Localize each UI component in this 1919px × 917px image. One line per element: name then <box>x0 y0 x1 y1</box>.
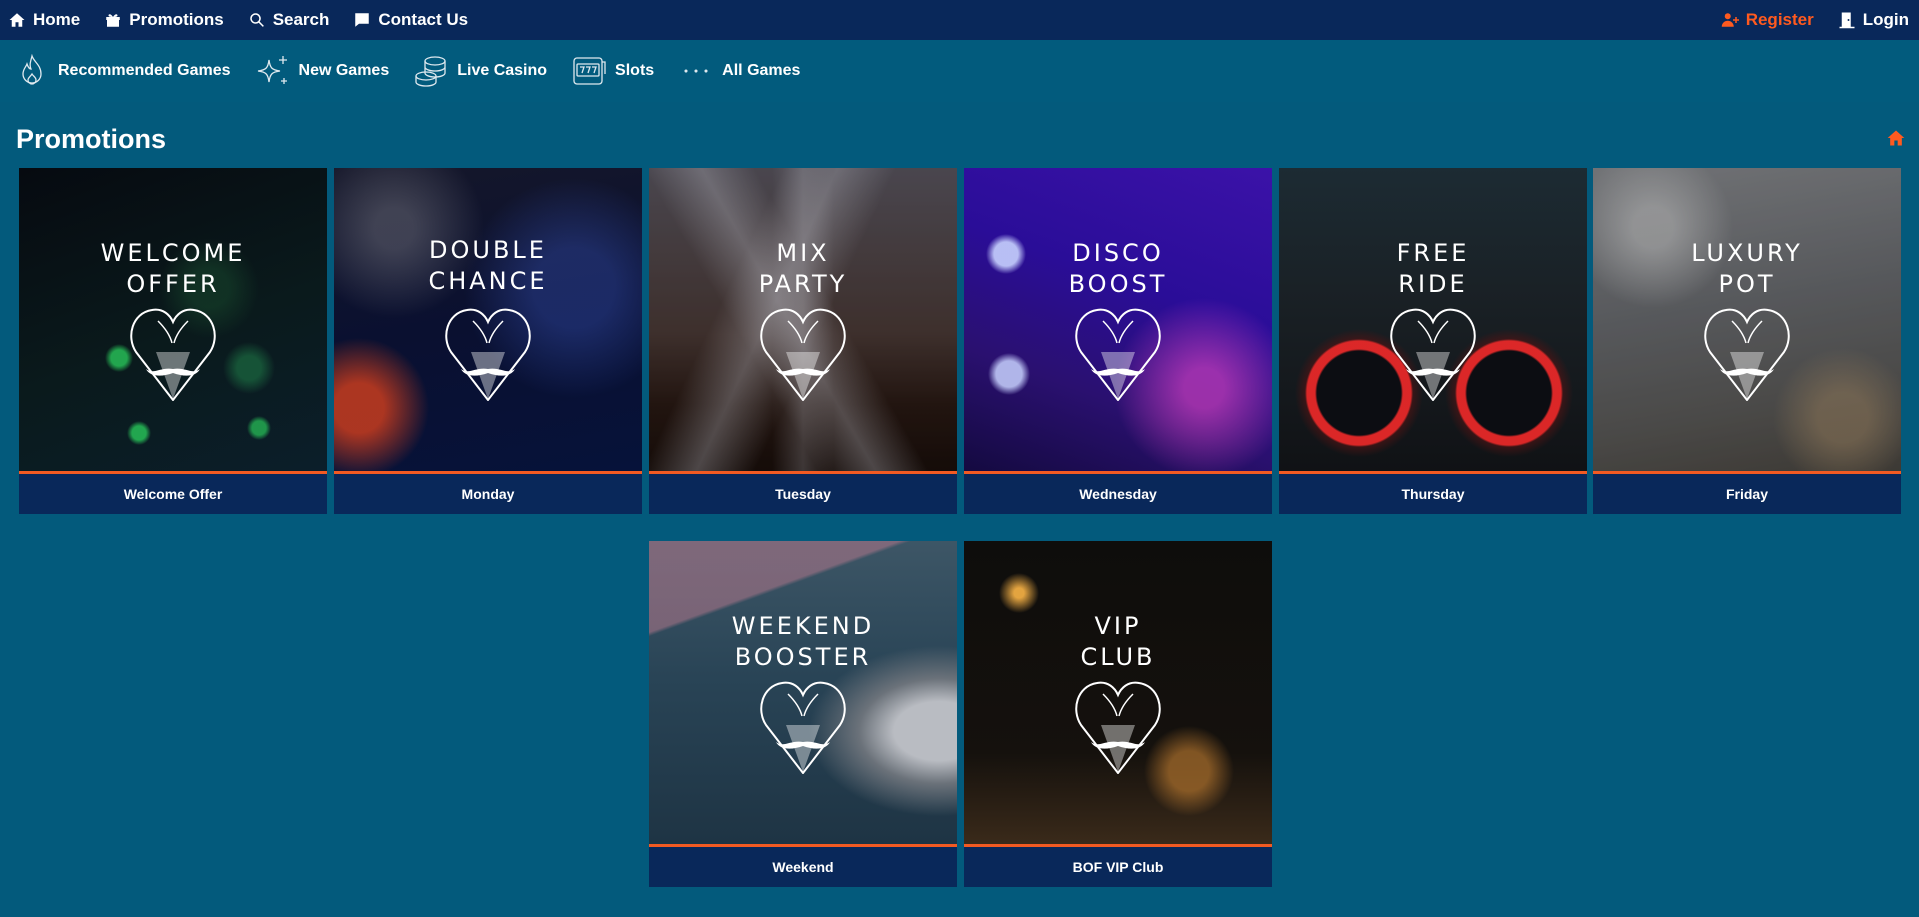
promo-title-line2: CHANCE <box>428 267 548 295</box>
search-icon <box>249 13 264 27</box>
login-door-icon <box>1839 12 1855 29</box>
home-icon <box>9 13 25 27</box>
promo-logo-title: DISCO BOOST <box>964 238 1272 300</box>
register-label: Register <box>1745 10 1814 29</box>
promo-image: FREE RIDE <box>1279 168 1587 474</box>
promo-logo-title: VIP CLUB <box>964 611 1272 673</box>
category-live-casino-label: Live Casino <box>457 62 548 79</box>
heart-logo-icon <box>1075 681 1161 774</box>
nav-search-label: Search <box>272 10 330 29</box>
top-nav-right: Register Login <box>1721 0 1911 40</box>
promo-card-monday[interactable]: DOUBLE CHANCE Monday <box>334 168 642 514</box>
promo-label: Tuesday <box>649 474 957 514</box>
category-live-casino[interactable]: Live Casino <box>413 54 547 88</box>
heart-logo-icon <box>760 308 846 401</box>
home-icon <box>1887 130 1905 146</box>
promo-title-line1: WEEKEND <box>731 612 875 640</box>
promo-logo-title: WEEKEND BOOSTER <box>649 611 957 673</box>
promo-title-line1: DISCO <box>1072 239 1164 267</box>
promo-card-weekend[interactable]: WEEKEND BOOSTER Weekend <box>649 541 957 887</box>
nav-promotions-label: Promotions <box>129 10 224 29</box>
promo-label: Monday <box>334 474 642 514</box>
promo-image: WEEKEND BOOSTER <box>649 541 957 847</box>
promo-label: BOF VIP Club <box>964 847 1272 887</box>
login-link[interactable]: Login <box>1838 10 1909 30</box>
top-bar: Home Promotions Search Contact Us Regist… <box>0 0 1919 40</box>
promo-logo-title: DOUBLE CHANCE <box>334 235 642 297</box>
promo-card-welcome-offer[interactable]: WELCOME OFFER Welcome Offer <box>19 168 327 514</box>
category-new-games-label: New Games <box>298 62 390 79</box>
gift-icon <box>106 14 120 27</box>
heart-logo-icon <box>760 681 846 774</box>
heart-logo-icon <box>445 308 531 401</box>
category-new-games[interactable]: New Games <box>255 54 390 88</box>
promo-card-vip-club[interactable]: VIP CLUB BOF VIP Club <box>964 541 1272 887</box>
promo-card-friday[interactable]: LUXURY POT Friday <box>1593 168 1901 514</box>
promo-title-line2: PARTY <box>758 270 848 298</box>
promo-card-thursday[interactable]: FREE RIDE Thursday <box>1279 168 1587 514</box>
promo-title-line1: VIP <box>1094 612 1142 640</box>
promo-title-line2: BOOST <box>1068 270 1168 298</box>
promo-title-line1: WELCOME <box>100 239 246 267</box>
category-slots-label: Slots <box>615 62 655 79</box>
promo-title-line2: RIDE <box>1398 270 1468 298</box>
promo-logo-title: WELCOME OFFER <box>19 238 327 300</box>
promo-card-wednesday[interactable]: DISCO BOOST Wednesday <box>964 168 1272 514</box>
login-label: Login <box>1862 10 1909 29</box>
heart-logo-icon <box>1390 308 1476 401</box>
promo-label: Wednesday <box>964 474 1272 514</box>
promo-image: MIX PARTY <box>649 168 957 474</box>
category-recommended-label: Recommended Games <box>58 62 231 79</box>
promo-image: LUXURY POT <box>1593 168 1901 474</box>
promo-label: Thursday <box>1279 474 1587 514</box>
promo-image: DOUBLE CHANCE <box>334 168 642 474</box>
slot-machine-icon <box>573 57 606 85</box>
promo-title-line2: OFFER <box>126 270 220 298</box>
promo-title-line2: POT <box>1718 270 1776 298</box>
promo-title-line2: CLUB <box>1080 643 1156 671</box>
nav-contact-label: Contact Us <box>378 10 469 29</box>
promo-title-line2: BOOSTER <box>734 643 872 671</box>
flame-icon <box>22 54 42 85</box>
heart-logo-icon <box>130 308 216 401</box>
chips-icon <box>415 56 446 87</box>
heart-logo-icon <box>1075 308 1161 401</box>
promo-logo-title: LUXURY POT <box>1593 238 1901 300</box>
home-breadcrumb[interactable] <box>1886 128 1906 148</box>
promo-label: Weekend <box>649 847 957 887</box>
promo-title-line1: LUXURY <box>1691 239 1803 267</box>
promo-label: Welcome Offer <box>19 474 327 514</box>
nav-contact-link[interactable]: Contact Us <box>353 10 468 30</box>
nav-home-link[interactable]: Home <box>8 10 80 30</box>
nav-home-label: Home <box>33 10 81 29</box>
promo-card-tuesday[interactable]: MIX PARTY Tuesday <box>649 168 957 514</box>
heart-logo-icon <box>1704 308 1790 401</box>
register-link[interactable]: Register <box>1721 10 1814 30</box>
promo-image: DISCO BOOST <box>964 168 1272 474</box>
promo-title-line1: FREE <box>1396 239 1470 267</box>
category-all-games[interactable]: All Games <box>678 54 800 88</box>
dots-icon <box>684 69 708 73</box>
page-title: Promotions <box>16 124 167 154</box>
add-user-icon <box>1721 13 1739 27</box>
category-recommended[interactable]: Recommended Games <box>14 54 231 88</box>
promo-image: WELCOME OFFER <box>19 168 327 474</box>
chat-icon <box>355 13 370 27</box>
game-category-nav: Recommended Games New Games Live Casino … <box>0 40 1919 102</box>
promo-title-line1: MIX <box>776 239 830 267</box>
promo-image: VIP CLUB <box>964 541 1272 847</box>
promo-title-line1: DOUBLE <box>429 236 547 264</box>
sparkle-icon <box>257 56 287 84</box>
category-all-games-label: All Games <box>722 62 801 79</box>
promo-label: Friday <box>1593 474 1901 514</box>
nav-promotions-link[interactable]: Promotions <box>104 10 224 30</box>
promo-logo-title: MIX PARTY <box>649 238 957 300</box>
top-nav-left: Home Promotions Search Contact Us <box>8 0 492 40</box>
promo-logo-title: FREE RIDE <box>1279 238 1587 300</box>
category-slots[interactable]: Slots <box>571 54 654 88</box>
nav-search-link[interactable]: Search <box>248 10 330 30</box>
